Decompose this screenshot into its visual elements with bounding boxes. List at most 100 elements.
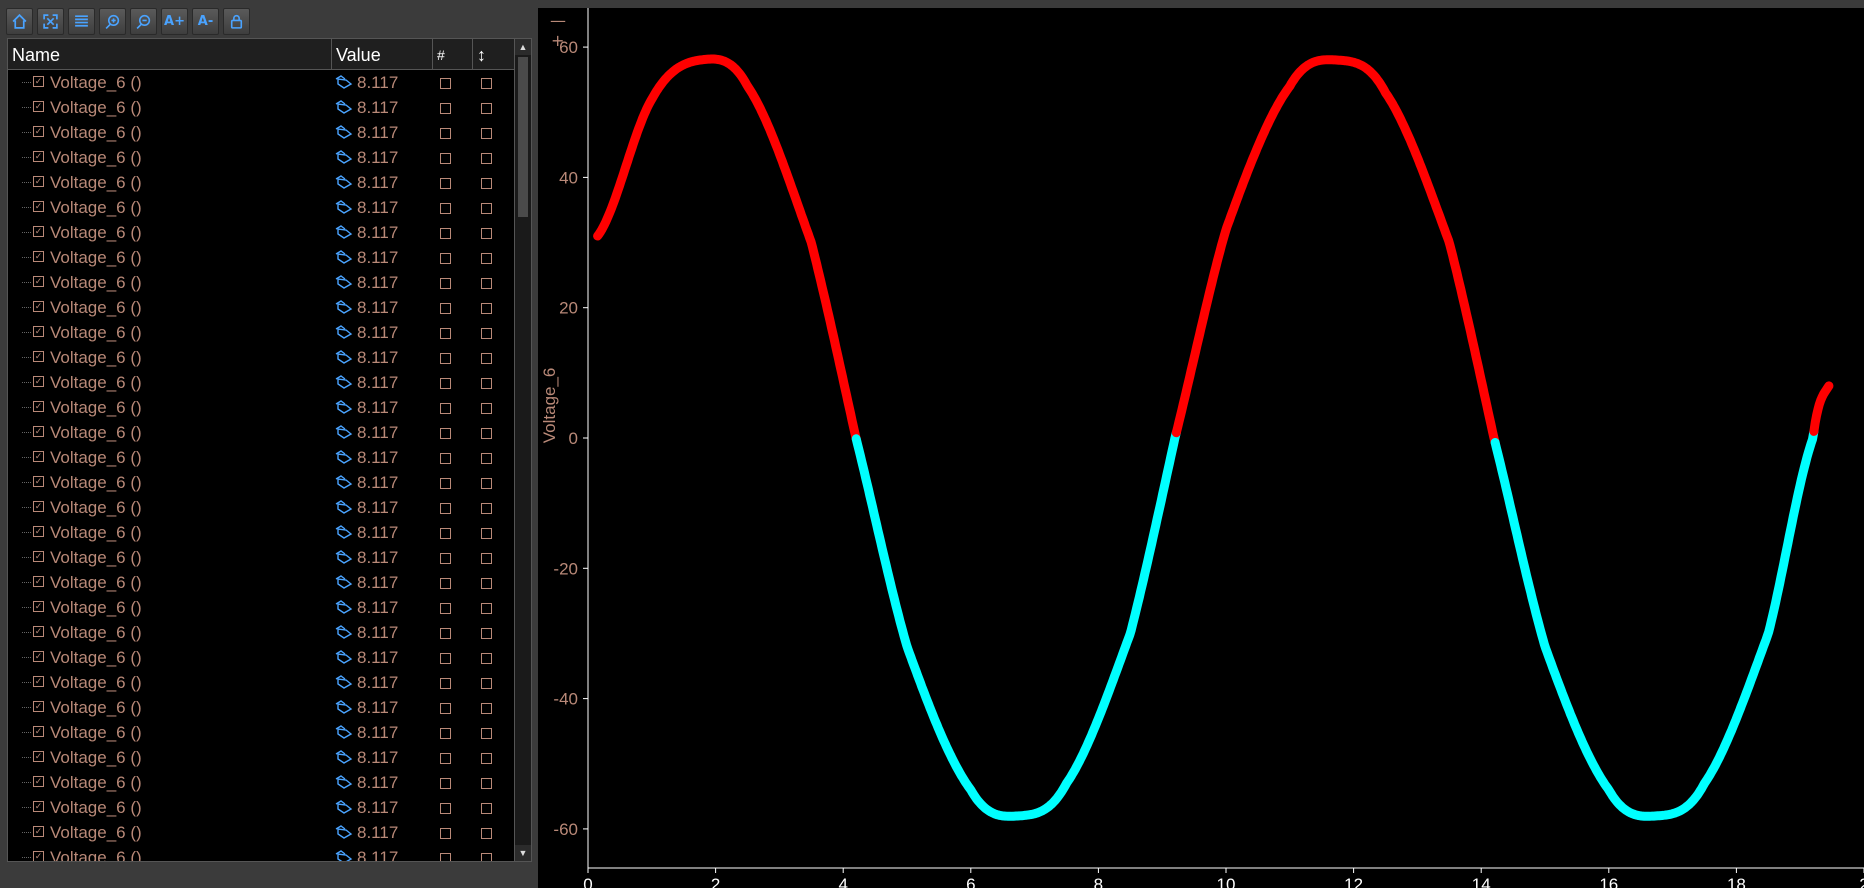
visibility-checkbox[interactable]: ✓ <box>33 376 44 387</box>
hash-checkbox[interactable] <box>440 128 451 139</box>
table-row[interactable]: ✓ Voltage_6 () 8.117 <box>8 295 516 320</box>
hash-checkbox[interactable] <box>440 778 451 789</box>
table-row[interactable]: ✓ Voltage_6 () 8.117 <box>8 595 516 620</box>
zoom-in-button[interactable] <box>99 8 126 35</box>
visibility-checkbox[interactable]: ✓ <box>33 676 44 687</box>
arrow-checkbox[interactable] <box>481 428 492 439</box>
visibility-checkbox[interactable]: ✓ <box>33 126 44 137</box>
hash-checkbox[interactable] <box>440 478 451 489</box>
table-row[interactable]: ✓ Voltage_6 () 8.117 <box>8 620 516 645</box>
hash-checkbox[interactable] <box>440 853 451 861</box>
hash-checkbox[interactable] <box>440 703 451 714</box>
voltage-chart[interactable]: 6040200-20-40-600246810121416182—+Voltag… <box>538 8 1864 888</box>
visibility-checkbox[interactable]: ✓ <box>33 226 44 237</box>
table-row[interactable]: ✓ Voltage_6 () 8.117 <box>8 120 516 145</box>
visibility-checkbox[interactable]: ✓ <box>33 551 44 562</box>
hash-checkbox[interactable] <box>440 728 451 739</box>
scroll-up-arrow-icon[interactable]: ▲ <box>515 39 531 55</box>
table-row[interactable]: ✓ Voltage_6 () 8.117 <box>8 545 516 570</box>
table-row[interactable]: ✓ Voltage_6 () 8.117 <box>8 95 516 120</box>
table-row[interactable]: ✓ Voltage_6 () 8.117 <box>8 320 516 345</box>
arrow-checkbox[interactable] <box>481 153 492 164</box>
font-decrease-button[interactable]: A- <box>192 8 219 35</box>
arrow-checkbox[interactable] <box>481 128 492 139</box>
table-row[interactable]: ✓ Voltage_6 () 8.117 <box>8 570 516 595</box>
hash-checkbox[interactable] <box>440 153 451 164</box>
fit-screen-button[interactable] <box>37 8 64 35</box>
hash-checkbox[interactable] <box>440 353 451 364</box>
table-row[interactable]: ✓ Voltage_6 () 8.117 <box>8 770 516 795</box>
arrow-checkbox[interactable] <box>481 778 492 789</box>
visibility-checkbox[interactable]: ✓ <box>33 801 44 812</box>
visibility-checkbox[interactable]: ✓ <box>33 276 44 287</box>
table-row[interactable]: ✓ Voltage_6 () 8.117 <box>8 645 516 670</box>
table-row[interactable]: ✓ Voltage_6 () 8.117 <box>8 470 516 495</box>
arrow-checkbox[interactable] <box>481 403 492 414</box>
list-button[interactable] <box>68 8 95 35</box>
hash-checkbox[interactable] <box>440 278 451 289</box>
column-header-name[interactable]: Name <box>8 39 332 69</box>
visibility-checkbox[interactable]: ✓ <box>33 851 44 861</box>
table-row[interactable]: ✓ Voltage_6 () 8.117 <box>8 345 516 370</box>
arrow-checkbox[interactable] <box>481 503 492 514</box>
arrow-checkbox[interactable] <box>481 803 492 814</box>
arrow-checkbox[interactable] <box>481 253 492 264</box>
table-row[interactable]: ✓ Voltage_6 () 8.117 <box>8 695 516 720</box>
table-row[interactable]: ✓ Voltage_6 () 8.117 <box>8 370 516 395</box>
table-row[interactable]: ✓ Voltage_6 () 8.117 <box>8 720 516 745</box>
arrow-checkbox[interactable] <box>481 703 492 714</box>
vertical-scrollbar[interactable]: ▲ ▼ <box>514 39 531 861</box>
arrow-checkbox[interactable] <box>481 178 492 189</box>
zoom-out-button[interactable] <box>130 8 157 35</box>
arrow-checkbox[interactable] <box>481 528 492 539</box>
visibility-checkbox[interactable]: ✓ <box>33 301 44 312</box>
hash-checkbox[interactable] <box>440 803 451 814</box>
hash-checkbox[interactable] <box>440 678 451 689</box>
visibility-checkbox[interactable]: ✓ <box>33 476 44 487</box>
table-row[interactable]: ✓ Voltage_6 () 8.117 <box>8 395 516 420</box>
chart-panel[interactable]: 6040200-20-40-600246810121416182—+Voltag… <box>538 8 1864 888</box>
visibility-checkbox[interactable]: ✓ <box>33 726 44 737</box>
table-row[interactable]: ✓ Voltage_6 () 8.117 <box>8 270 516 295</box>
arrow-checkbox[interactable] <box>481 228 492 239</box>
arrow-checkbox[interactable] <box>481 853 492 861</box>
lock-button[interactable] <box>223 8 250 35</box>
table-row[interactable]: ✓ Voltage_6 () 8.117 <box>8 445 516 470</box>
visibility-checkbox[interactable]: ✓ <box>33 176 44 187</box>
hash-checkbox[interactable] <box>440 603 451 614</box>
arrow-checkbox[interactable] <box>481 303 492 314</box>
column-header-arrows[interactable]: ↕ <box>473 39 516 69</box>
column-header-hash[interactable]: # <box>433 39 473 69</box>
table-row[interactable]: ✓ Voltage_6 () 8.117 <box>8 195 516 220</box>
table-row[interactable]: ✓ Voltage_6 () 8.117 <box>8 245 516 270</box>
visibility-checkbox[interactable]: ✓ <box>33 701 44 712</box>
visibility-checkbox[interactable]: ✓ <box>33 576 44 587</box>
hash-checkbox[interactable] <box>440 753 451 764</box>
visibility-checkbox[interactable]: ✓ <box>33 651 44 662</box>
arrow-checkbox[interactable] <box>481 753 492 764</box>
visibility-checkbox[interactable]: ✓ <box>33 501 44 512</box>
hash-checkbox[interactable] <box>440 503 451 514</box>
table-row[interactable]: ✓ Voltage_6 () 8.117 <box>8 745 516 770</box>
hash-checkbox[interactable] <box>440 328 451 339</box>
hash-checkbox[interactable] <box>440 78 451 89</box>
table-row[interactable]: ✓ Voltage_6 () 8.117 <box>8 145 516 170</box>
arrow-checkbox[interactable] <box>481 353 492 364</box>
hash-checkbox[interactable] <box>440 228 451 239</box>
scroll-thumb[interactable] <box>518 57 528 217</box>
arrow-checkbox[interactable] <box>481 578 492 589</box>
arrow-checkbox[interactable] <box>481 728 492 739</box>
hash-checkbox[interactable] <box>440 103 451 114</box>
hash-checkbox[interactable] <box>440 578 451 589</box>
hash-checkbox[interactable] <box>440 428 451 439</box>
visibility-checkbox[interactable]: ✓ <box>33 326 44 337</box>
hash-checkbox[interactable] <box>440 828 451 839</box>
arrow-checkbox[interactable] <box>481 678 492 689</box>
arrow-checkbox[interactable] <box>481 553 492 564</box>
hash-checkbox[interactable] <box>440 178 451 189</box>
table-row[interactable]: ✓ Voltage_6 () 8.117 <box>8 795 516 820</box>
table-row[interactable]: ✓ Voltage_6 () 8.117 <box>8 845 516 861</box>
arrow-checkbox[interactable] <box>481 328 492 339</box>
table-row[interactable]: ✓ Voltage_6 () 8.117 <box>8 420 516 445</box>
visibility-checkbox[interactable]: ✓ <box>33 151 44 162</box>
